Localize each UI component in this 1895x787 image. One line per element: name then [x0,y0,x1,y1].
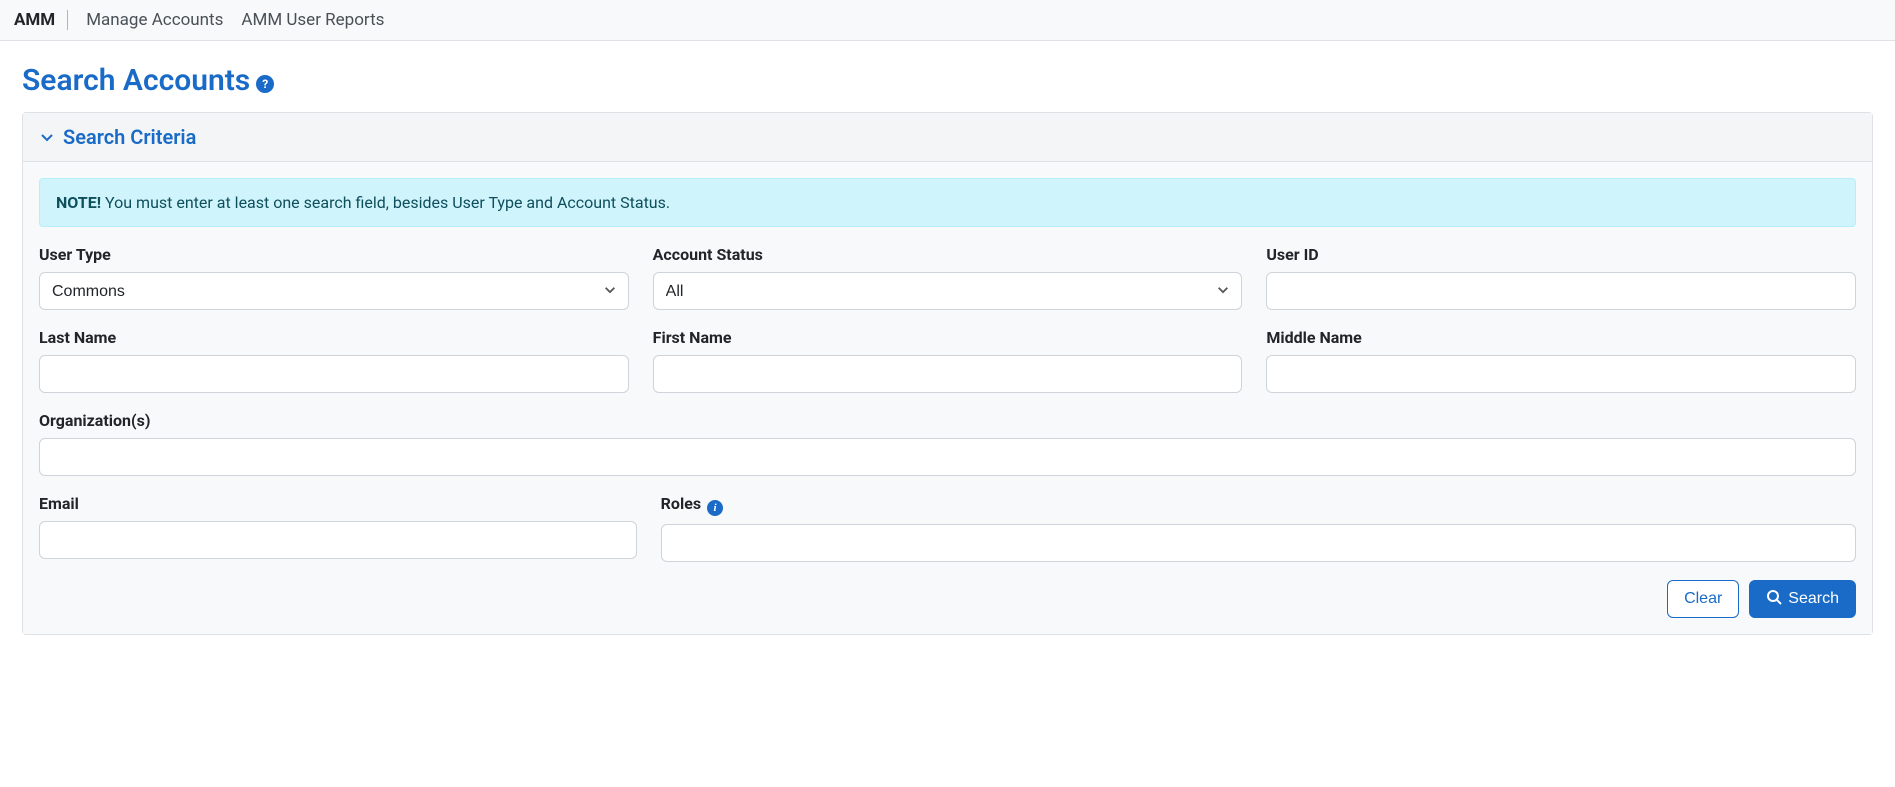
last-name-input[interactable] [39,355,629,393]
form-group-user-id: User ID [1266,245,1856,310]
form-row-1: User Type Commons Account Status [39,245,1856,310]
user-type-select[interactable]: Commons [39,272,629,310]
button-row: Clear Search [39,580,1856,618]
nav-divider [67,10,68,30]
label-roles-text: Roles [661,494,701,513]
form-group-middle-name: Middle Name [1266,328,1856,393]
form-row-3: Organization(s) [39,411,1856,476]
account-status-select[interactable]: All [653,272,1243,310]
label-middle-name: Middle Name [1266,328,1856,347]
form-row-2: Last Name First Name Middle Name [39,328,1856,393]
search-criteria-panel: Search Criteria NOTE! You must enter at … [22,112,1873,635]
user-id-input[interactable] [1266,272,1856,310]
search-icon [1766,589,1782,610]
label-account-status: Account Status [653,245,1243,264]
form-group-email: Email [39,494,637,562]
top-nav: AMM Manage Accounts AMM User Reports [0,0,1895,41]
page-title-row: Search Accounts ? [22,63,1873,98]
nav-link-amm-user-reports[interactable]: AMM User Reports [241,10,384,30]
organizations-input[interactable] [39,438,1856,476]
panel-title: Search Criteria [63,125,196,149]
chevron-down-icon [39,129,55,145]
search-criteria-panel-body: NOTE! You must enter at least one search… [23,162,1872,634]
search-button[interactable]: Search [1749,580,1856,618]
search-button-label: Search [1788,590,1839,608]
form-row-4: Email Roles i [39,494,1856,562]
label-user-id: User ID [1266,245,1856,264]
label-first-name: First Name [653,328,1243,347]
label-user-type: User Type [39,245,629,264]
nav-link-manage-accounts[interactable]: Manage Accounts [86,10,223,30]
info-icon[interactable]: i [707,500,723,516]
email-input[interactable] [39,521,637,559]
form-group-first-name: First Name [653,328,1243,393]
brand: AMM [14,10,55,30]
form-group-account-status: Account Status All [653,245,1243,310]
help-icon[interactable]: ? [256,75,274,93]
form-group-roles: Roles i [661,494,1856,562]
first-name-input[interactable] [653,355,1243,393]
form-group-user-type: User Type Commons [39,245,629,310]
note-label: NOTE! [56,193,101,212]
page-container: Search Accounts ? Search Criteria NOTE! … [0,41,1895,657]
note-alert: NOTE! You must enter at least one search… [39,178,1856,227]
label-roles: Roles i [661,494,1856,516]
note-text: You must enter at least one search field… [101,193,670,212]
page-title: Search Accounts [22,63,250,98]
middle-name-input[interactable] [1266,355,1856,393]
roles-input[interactable] [661,524,1856,562]
form-group-organizations: Organization(s) [39,411,1856,476]
label-organizations: Organization(s) [39,411,1856,430]
label-email: Email [39,494,637,513]
label-last-name: Last Name [39,328,629,347]
form-group-last-name: Last Name [39,328,629,393]
search-criteria-panel-header[interactable]: Search Criteria [23,113,1872,162]
clear-button[interactable]: Clear [1667,580,1739,618]
